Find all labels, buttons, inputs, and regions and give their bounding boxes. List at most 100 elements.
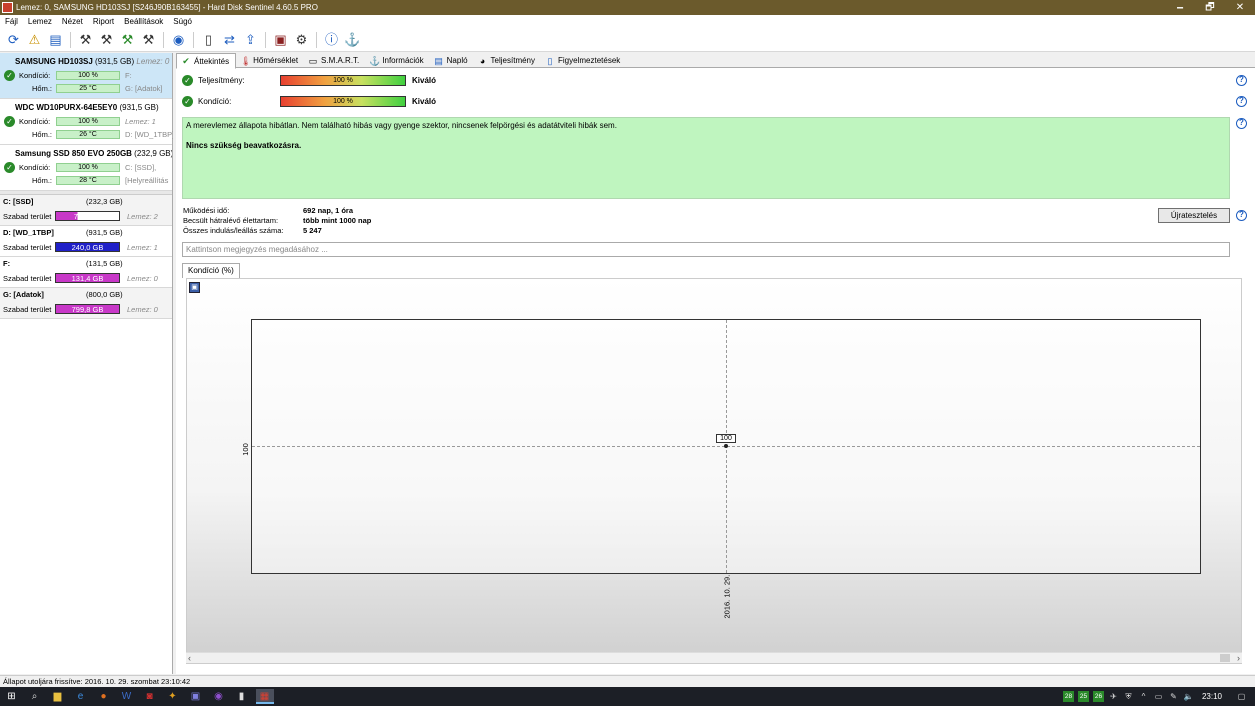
language-icon[interactable]: ✎ (1168, 692, 1179, 701)
menu-report[interactable]: Riport (88, 17, 119, 26)
disk-size: (931,5 GB) (119, 103, 159, 112)
free-space-label: Szabad terület (3, 274, 52, 283)
maximize-button[interactable]: 🗗 (1195, 0, 1225, 15)
note-input[interactable]: Kattintson megjegyzés megadásához ... (182, 242, 1230, 257)
report-icon[interactable]: ▤ (48, 32, 64, 48)
scroll-right-icon[interactable]: › (1237, 653, 1240, 663)
separator (316, 31, 317, 48)
help-icon[interactable]: ⓘ (324, 32, 340, 48)
tray-temp-1[interactable]: 28 (1062, 691, 1074, 702)
tab-performance[interactable]: ◕ Teljesítmény (474, 53, 541, 68)
performance-rating: Kiváló (412, 75, 437, 85)
menu-help[interactable]: Súgó (168, 17, 197, 26)
network-icon[interactable]: ▭ (1153, 692, 1164, 701)
search-icon[interactable]: ⌕ (26, 689, 44, 704)
info-icon: ⚓ (369, 55, 381, 66)
drive-letters: G: [Adatok] (125, 84, 163, 93)
globe-icon[interactable]: ◉ (171, 32, 187, 48)
help-icon[interactable]: ? (1236, 210, 1247, 221)
volume-name: G: [Adatok] (3, 290, 44, 299)
condition-bar: 100 % (56, 117, 120, 126)
app-icon-red[interactable]: ◙ (141, 689, 159, 704)
refresh-icon[interactable]: ⟳ (6, 32, 22, 48)
separator (193, 31, 194, 48)
help-icon[interactable]: ? (1236, 96, 1247, 107)
clock[interactable]: 23:10 (1202, 692, 1222, 701)
volume-name: F: (3, 259, 11, 268)
check-icon: ✓ (4, 70, 15, 81)
volume-item[interactable]: D: [WD_1TBP] (931,5 GB) Szabad terület 2… (0, 226, 172, 257)
disk-size: (931,5 GB) (95, 57, 135, 66)
x-tick-label: 2016. 10. 29. (722, 574, 732, 619)
volume-item[interactable]: C: [SSD] (232,3 GB) Szabad terület 79,0 … (0, 195, 172, 226)
document-icon[interactable]: ▯ (201, 32, 217, 48)
tab-information[interactable]: ⚓ Információk (365, 53, 429, 68)
chart-tab-condition[interactable]: Kondíció (%) (182, 263, 240, 278)
firefox-icon[interactable]: ● (95, 689, 113, 704)
disk-name: SAMSUNG HD103SJ (15, 57, 93, 66)
help-icon[interactable]: ? (1236, 118, 1247, 129)
calculator-icon[interactable]: ▮ (233, 689, 251, 704)
app-icon-yellow[interactable]: ✦ (164, 689, 182, 704)
app-icon-blue[interactable]: ▣ (187, 689, 205, 704)
minimize-button[interactable]: 🗕 (1165, 0, 1195, 15)
tab-log[interactable]: ▤ Napló (430, 53, 474, 68)
disk-test-icon[interactable]: ⚒ (120, 32, 136, 48)
settings-icon[interactable]: ⚙ (294, 32, 310, 48)
disk-number: Lemez: 0 (136, 57, 170, 66)
volume-item[interactable]: G: [Adatok] (800,0 GB) Szabad terület 79… (0, 288, 172, 319)
test-icon[interactable]: ⚒ (78, 32, 94, 48)
volume-icon[interactable]: 🔈 (1183, 692, 1194, 701)
scroll-thumb[interactable] (1220, 654, 1230, 662)
hard-disk-sentinel-taskbar-icon[interactable]: ▦ (255, 689, 274, 704)
sync-icon[interactable]: ⇄ (222, 32, 238, 48)
scroll-left-icon[interactable]: ‹ (188, 653, 191, 663)
menu-file[interactable]: Fájl (0, 17, 23, 26)
tab-label: Figyelmeztetések (558, 56, 621, 65)
free-space-label: Szabad terület (3, 243, 52, 252)
disk-item[interactable]: Samsung SSD 850 EVO 250GB (232,9 GB) Le … (0, 145, 172, 191)
app-icon-purple[interactable]: ◉ (210, 689, 228, 704)
separator (265, 31, 266, 48)
free-space-bar: 131,4 GB (55, 273, 120, 283)
backup-icon[interactable]: ⇪ (243, 32, 259, 48)
tray-temp-3[interactable]: 26 (1092, 691, 1104, 702)
tab-overview[interactable]: ✔ Áttekintés (176, 53, 237, 69)
volume-name: C: [SSD] (3, 197, 34, 206)
menu-view[interactable]: Nézet (57, 17, 88, 26)
drive-letters: [Helyreállítás (125, 176, 169, 185)
status-description: A merevlemez állapota hibátlan. Nem talá… (182, 117, 1230, 199)
start-icon[interactable]: ⊞ (3, 689, 21, 704)
notifications-icon[interactable]: ▢ (1236, 692, 1247, 701)
drive-letters: D: [WD_1TBP] (125, 130, 173, 139)
network-tool-icon[interactable]: ✈ (1108, 692, 1119, 701)
help-icon[interactable]: ? (1236, 75, 1247, 86)
shield-icon[interactable]: ⛨ (1123, 692, 1134, 702)
close-button[interactable]: ✕ (1225, 0, 1255, 15)
horizontal-scrollbar[interactable]: ‹ › (186, 652, 1242, 663)
monitor-icon[interactable]: ▣ (273, 32, 289, 48)
disk-item[interactable]: WDC WD10PURX-64E5EY0 (931,5 GB) ✓ Kondíci… (0, 99, 173, 145)
edge-icon[interactable]: e (72, 689, 90, 704)
drive-letters: F: (125, 71, 132, 80)
menu-disk[interactable]: Lemez (23, 17, 57, 26)
surface-test-icon[interactable]: ⚒ (99, 32, 115, 48)
tray-temp-2[interactable]: 25 (1077, 691, 1089, 702)
repair-icon[interactable]: ⚒ (141, 32, 157, 48)
disk-item[interactable]: SAMSUNG HD103SJ (931,5 GB) Lemez: 0 ✓ Kon… (0, 53, 172, 99)
volume-size: (931,5 GB) (86, 228, 123, 237)
save-icon[interactable]: ▣ (189, 282, 200, 293)
word-icon[interactable]: W (118, 689, 136, 704)
volume-item[interactable]: F: (131,5 GB) Szabad terület 131,4 GB Le… (0, 257, 172, 288)
file-explorer-icon[interactable]: ▆ (49, 689, 67, 704)
menu-settings[interactable]: Beállítások (119, 17, 168, 26)
tab-smart[interactable]: ▭ S.M.A.R.T. (304, 53, 365, 68)
tab-temperature[interactable]: 🌡 Hőmérséklet (236, 53, 304, 68)
tab-warnings[interactable]: ▯ Figyelmeztetések (541, 53, 626, 68)
chevron-up-icon[interactable]: ^ (1138, 692, 1149, 701)
system-tray: 28 25 26 ✈ ⛨ ^ ▭ ✎ 🔈 23:10 ▢ (1061, 687, 1249, 706)
retest-button[interactable]: Újratesztelés (1158, 208, 1230, 223)
alert-icon[interactable]: ⚠ (27, 32, 43, 48)
volume-size: (800,0 GB) (86, 290, 123, 299)
info-icon[interactable]: ⚓ (344, 32, 360, 48)
